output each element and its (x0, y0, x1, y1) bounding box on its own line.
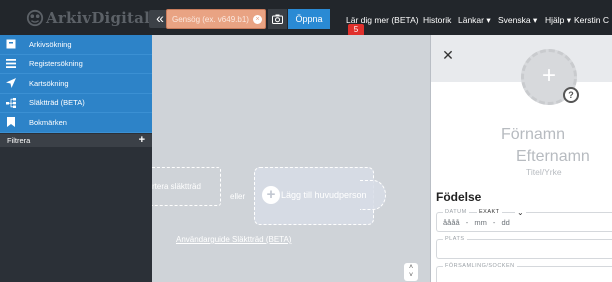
birth-section-heading: Födelse (436, 190, 482, 204)
parish-legend: FÖRSAMLING/SOCKEN (443, 263, 517, 269)
import-tree-label: rtera släktträd (152, 182, 201, 191)
add-main-person-label: Lägg till huvudperson (281, 190, 367, 200)
sidebar-item-map-search[interactable]: Kartsökning (0, 74, 152, 94)
import-tree-box[interactable]: rtera släktträd (152, 167, 221, 206)
close-icon[interactable]: ✕ (436, 45, 460, 65)
filter-label: Filtrera (7, 136, 31, 145)
sidebar-item-label: Arkivsökning (29, 39, 72, 49)
list-icon (5, 58, 17, 70)
sidebar-item-bookmarks[interactable]: Bokmärken (0, 113, 152, 133)
add-main-person-box[interactable]: + Lägg till huvudperson (254, 167, 386, 225)
plus-icon: + (262, 186, 280, 204)
sidebar-item-register-search[interactable]: Registersökning (0, 55, 152, 74)
archive-icon (5, 38, 17, 50)
clear-icon[interactable]: × (253, 15, 262, 24)
globe-icon (26, 9, 44, 27)
date-legend: DATUM (443, 209, 469, 215)
location-arrow-icon (5, 77, 17, 89)
camera-icon (272, 14, 283, 24)
scroll-toggle-button[interactable]: ˄ ˅ (404, 263, 418, 281)
sidebar-item-label: Släktträd (BETA) (29, 98, 85, 108)
top-bar: ArkivDigital « × Öppna Lär dig mer (BETA… (0, 0, 612, 36)
add-filter-button[interactable]: + (139, 134, 145, 147)
logo-text: ArkivDigital (46, 9, 150, 27)
place-legend: PLATS (443, 236, 467, 242)
birth-date-field[interactable]: DATUM EXAKT ⌄ åååå - mm - dd (436, 208, 612, 232)
search-input[interactable] (172, 13, 250, 26)
help-icon[interactable]: ? (563, 87, 579, 103)
nav-user[interactable]: Kerstin C (574, 15, 609, 25)
tree-canvas[interactable]: rtera släktträd eller + Lägg till huvudp… (152, 35, 430, 282)
top-nav: Lär dig mer (BETA) Historik Länkar ▾ Sve… (346, 15, 612, 27)
nav-help[interactable]: Hjälp ▾ (545, 15, 571, 26)
date-mode-select[interactable]: EXAKT (477, 209, 502, 215)
sidebar-item-label: Bokmärken (29, 117, 67, 127)
chevron-down-icon: ˅ (408, 272, 414, 279)
nav-language[interactable]: Svenska ▾ (498, 15, 537, 26)
or-label: eller (230, 192, 246, 201)
image-search-button[interactable] (268, 9, 287, 29)
person-panel: ✕ + ? Förnamn Efternamn Titel/Yrke Födel… (430, 35, 612, 282)
title-field[interactable]: Titel/Yrke (526, 167, 562, 177)
user-guide-link[interactable]: Användarguide Släktträd (BETA) (176, 235, 291, 244)
open-button[interactable]: Öppna (288, 9, 330, 29)
birth-parish-field[interactable]: FÖRSAMLING/SOCKEN (436, 263, 612, 282)
sidebar-menu: Arkivsökning Registersökning Kartsökning… (0, 35, 152, 133)
sidebar-item-family-tree[interactable]: Släktträd (BETA) (0, 94, 152, 113)
bookmark-icon (5, 116, 17, 128)
last-name-field[interactable]: Efternamn (516, 148, 590, 166)
nav-links[interactable]: Länkar ▾ (458, 15, 491, 26)
filter-bar[interactable]: Filtrera + (0, 134, 152, 147)
nav-history[interactable]: Historik (423, 15, 451, 25)
sidebar-item-label: Registersökning (29, 59, 83, 69)
chevron-down-icon[interactable]: ⌄ (515, 208, 526, 217)
logo[interactable]: ArkivDigital (26, 7, 150, 29)
app-window: { "header": { "logo_text": "ArkivDigital… (0, 0, 612, 282)
date-input[interactable]: åååå - mm - dd (443, 218, 510, 227)
birth-place-field[interactable]: PLATS (436, 236, 612, 259)
sidebar: Arkivsökning Registersökning Kartsökning… (0, 35, 152, 282)
chevron-up-icon: ˄ (408, 264, 414, 271)
sidebar-item-label: Kartsökning (29, 78, 69, 88)
search-box[interactable]: × (166, 9, 266, 29)
sidebar-item-archive-search[interactable]: Arkivsökning (0, 35, 152, 55)
family-tree-icon (5, 97, 17, 109)
first-name-field[interactable]: Förnamn (501, 126, 565, 144)
